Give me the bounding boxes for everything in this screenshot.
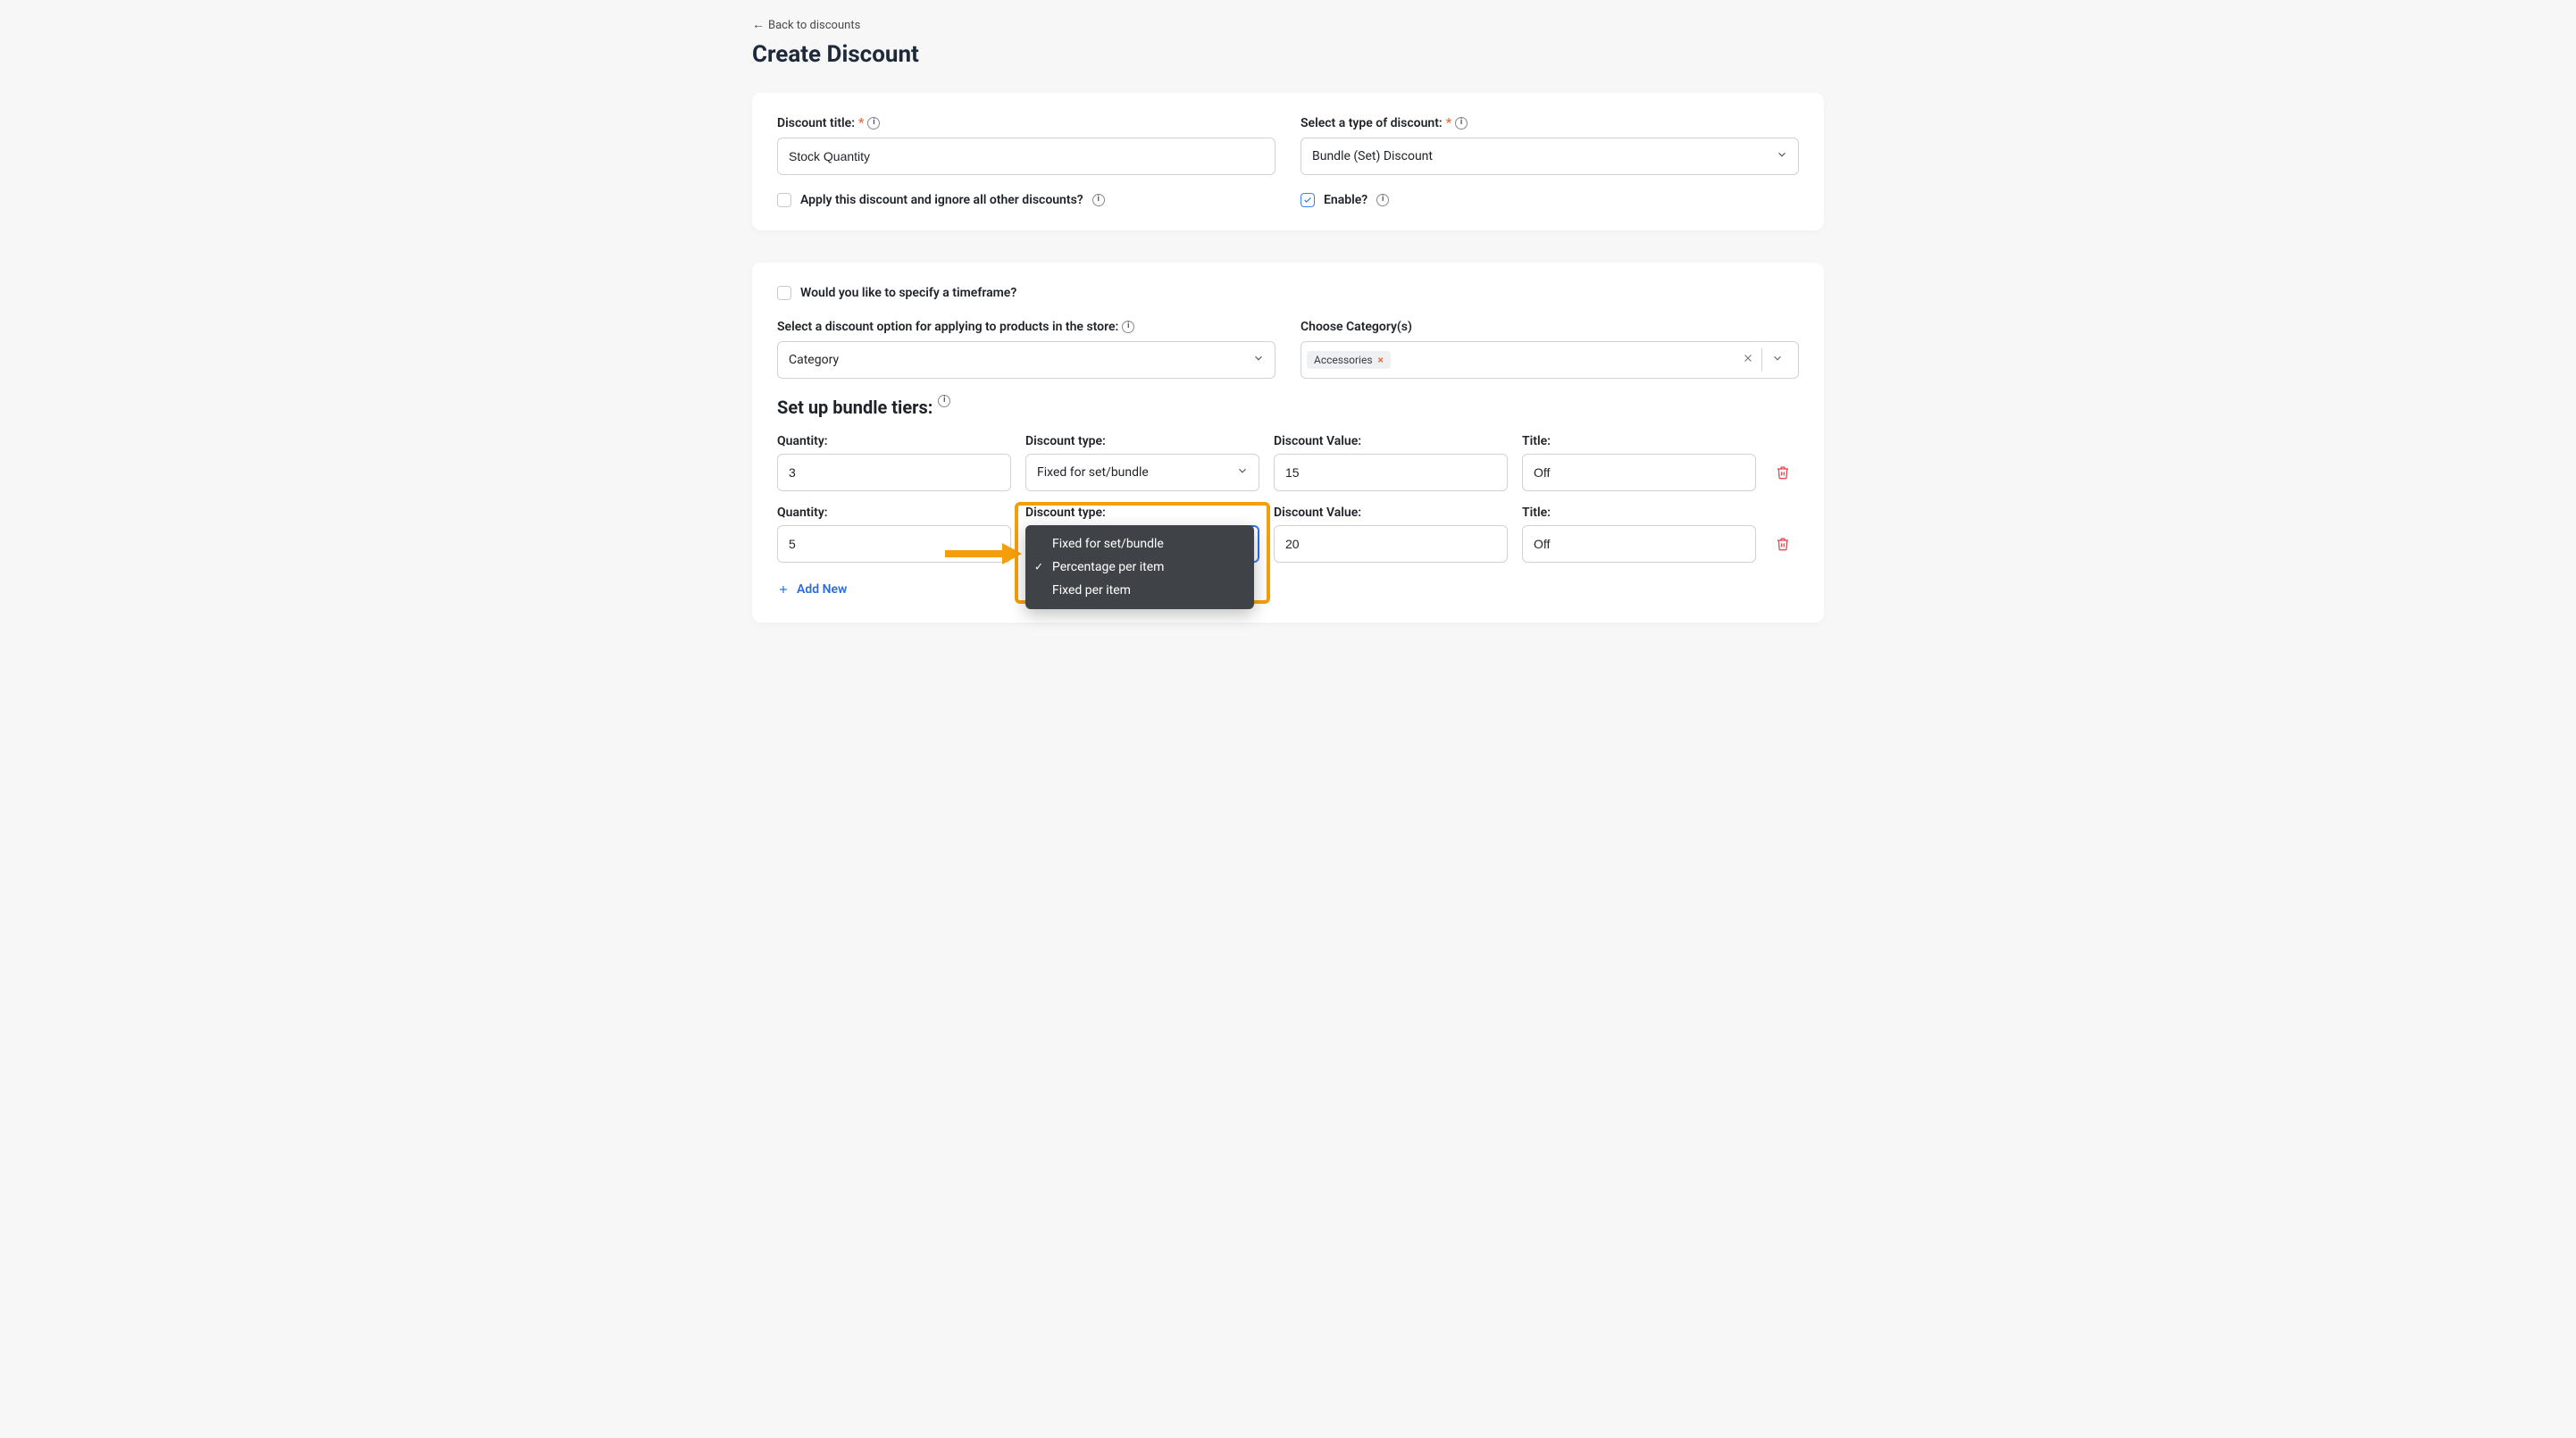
plus-icon — [777, 583, 790, 596]
discount-type-label: Select a type of discount: * i — [1301, 116, 1799, 130]
page-title: Create Discount — [752, 41, 1824, 68]
info-icon[interactable]: i — [1376, 194, 1389, 206]
required-indicator: * — [858, 116, 864, 130]
add-new-label: Add New — [797, 582, 847, 597]
required-indicator: * — [1446, 116, 1451, 130]
timeframe-checkbox[interactable] — [777, 286, 791, 300]
card-tiers: Would you like to specify a timeframe? S… — [752, 263, 1824, 623]
discount-value-label: Discount Value: — [1274, 434, 1508, 448]
quantity-label: Quantity: — [777, 506, 1011, 520]
category-tag: Accessories × — [1307, 351, 1391, 369]
clear-all-icon[interactable] — [1735, 352, 1761, 368]
info-icon[interactable]: i — [1455, 117, 1468, 130]
tier-row: Quantity: Discount type: Percentage per … — [777, 506, 1799, 563]
discount-value-input[interactable] — [1274, 525, 1508, 563]
info-icon[interactable]: i — [867, 117, 880, 130]
back-link[interactable]: ← Back to discounts — [752, 19, 860, 32]
dropdown-option[interactable]: Fixed for set/bundle — [1025, 532, 1254, 556]
card-basic-settings: Discount title: * i Select a type of dis… — [752, 93, 1824, 230]
tier-title-input[interactable] — [1522, 525, 1756, 563]
discount-type-label: Discount type: — [1025, 506, 1259, 520]
discount-title-label: Discount title: * i — [777, 116, 1275, 130]
dropdown-option[interactable]: ✓ Percentage per item — [1025, 556, 1254, 579]
bundle-tiers-title: Set up bundle tiers: i — [777, 397, 1799, 418]
info-icon[interactable]: i — [938, 395, 950, 407]
discount-option-label: Select a discount option for applying to… — [777, 320, 1275, 334]
quantity-label: Quantity: — [777, 434, 1011, 448]
check-icon: ✓ — [1034, 560, 1043, 573]
chevron-down-icon[interactable] — [1762, 352, 1793, 368]
timeframe-label: Would you like to specify a timeframe? — [800, 286, 1016, 300]
dropdown-option[interactable]: Fixed per item — [1025, 579, 1254, 602]
info-icon[interactable]: i — [1092, 194, 1105, 206]
discount-type-label: Discount type: — [1025, 434, 1259, 448]
choose-category-label: Choose Category(s) — [1301, 320, 1799, 334]
discount-value-label: Discount Value: — [1274, 506, 1508, 520]
tag-remove-icon[interactable]: × — [1378, 354, 1384, 366]
tier-title-label: Title: — [1522, 506, 1756, 520]
add-new-tier-button[interactable]: Add New — [777, 582, 847, 597]
quantity-input[interactable] — [777, 525, 1011, 563]
back-link-label: Back to discounts — [768, 19, 860, 32]
quantity-input[interactable] — [777, 454, 1011, 491]
tier-discount-type-select[interactable]: Fixed for set/bundle — [1025, 454, 1259, 491]
discount-option-select[interactable]: Category — [777, 341, 1275, 379]
enable-label: Enable? — [1324, 193, 1367, 207]
choose-category-multiselect[interactable]: Accessories × — [1301, 341, 1799, 379]
tier-title-input[interactable] — [1522, 454, 1756, 491]
tier-row: Quantity: Discount type: Fixed for set/b… — [777, 434, 1799, 491]
enable-checkbox[interactable] — [1301, 193, 1315, 207]
apply-ignore-label: Apply this discount and ignore all other… — [800, 193, 1083, 207]
discount-title-input[interactable] — [777, 138, 1275, 175]
apply-ignore-checkbox[interactable] — [777, 193, 791, 207]
delete-tier-button[interactable] — [1770, 525, 1795, 563]
info-icon[interactable]: i — [1122, 321, 1134, 333]
arrow-left-icon: ← — [752, 19, 765, 31]
discount-type-dropdown: Fixed for set/bundle ✓ Percentage per it… — [1025, 525, 1254, 609]
discount-value-input[interactable] — [1274, 454, 1508, 491]
discount-type-select[interactable]: Bundle (Set) Discount — [1301, 138, 1799, 175]
tier-title-label: Title: — [1522, 434, 1756, 448]
delete-tier-button[interactable] — [1770, 454, 1795, 491]
